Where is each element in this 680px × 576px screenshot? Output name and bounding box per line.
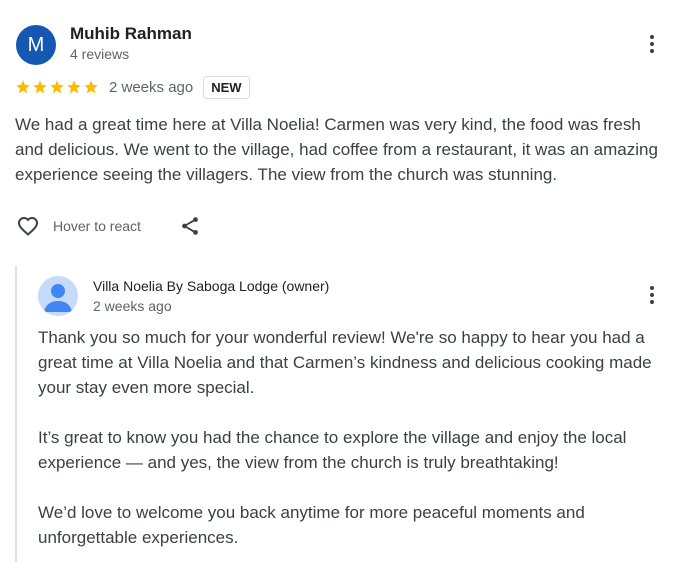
more-vert-icon — [650, 286, 654, 290]
star-rating — [15, 79, 99, 95]
share-button[interactable] — [179, 215, 201, 237]
react-label: Hover to react — [53, 218, 141, 234]
author-review-count: 4 reviews — [70, 46, 130, 62]
star-icon — [84, 80, 98, 94]
owner-reply-date: 2 weeks ago — [93, 298, 172, 314]
person-icon — [44, 284, 72, 312]
owner-name: Villa Noelia By Saboga Lodge (owner) — [93, 278, 330, 294]
heart-outline-icon — [17, 216, 39, 236]
review-card: M Muhib Rahman 4 reviews 2 weeks ago NEW… — [0, 0, 680, 576]
reply-paragraph: We’d love to welcome you back anytime fo… — [38, 503, 585, 547]
star-icon — [16, 80, 30, 94]
review-date: 2 weeks ago — [109, 78, 194, 96]
owner-avatar[interactable] — [38, 276, 78, 316]
author-avatar[interactable]: M — [16, 25, 56, 65]
author-name[interactable]: Muhib Rahman — [70, 24, 192, 44]
owner-reply: Villa Noelia By Saboga Lodge (owner) 2 w… — [15, 266, 675, 562]
owner-reply-text: Thank you so much for your wonderful rev… — [38, 325, 670, 550]
react-button[interactable]: Hover to react — [15, 214, 141, 238]
reply-more-options-button[interactable] — [640, 281, 664, 309]
star-icon — [67, 80, 81, 94]
rating-row: 2 weeks ago NEW — [15, 74, 250, 100]
review-actions: Hover to react — [15, 212, 201, 240]
new-badge: NEW — [203, 75, 250, 99]
more-vert-icon — [650, 35, 654, 39]
star-icon — [50, 80, 64, 94]
share-icon — [182, 217, 198, 235]
review-text: We had a great time here at Villa Noelia… — [15, 115, 658, 184]
review-more-options-button[interactable] — [640, 30, 664, 58]
reply-paragraph: Thank you so much for your wonderful rev… — [38, 328, 652, 397]
star-icon — [33, 80, 47, 94]
reply-paragraph: It’s great to know you had the chance to… — [38, 428, 627, 472]
